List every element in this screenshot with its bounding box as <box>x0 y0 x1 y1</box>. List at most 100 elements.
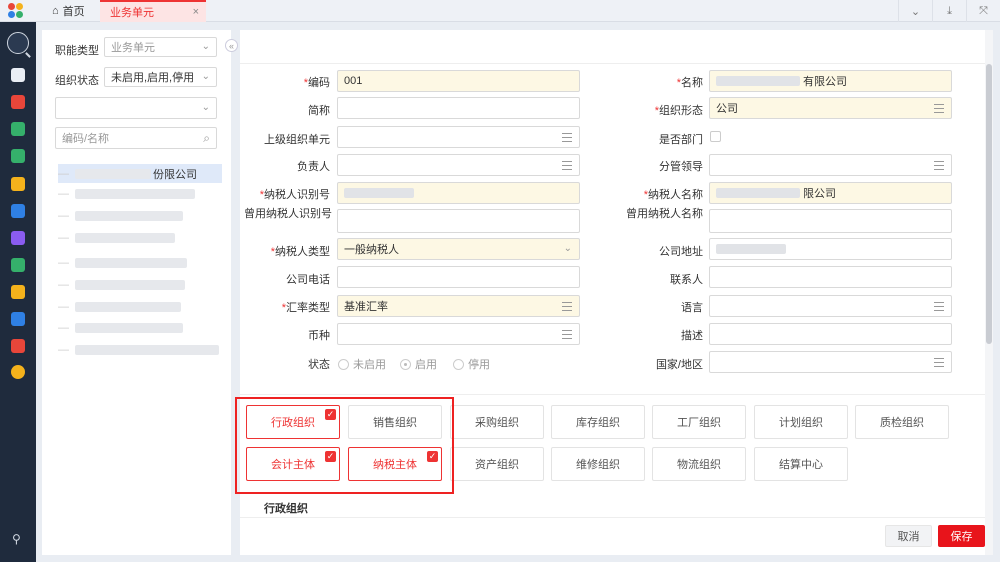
contact-label: 联系人 <box>670 274 703 286</box>
taxpayer-name-label: *纳税人名称 <box>643 189 703 201</box>
org-type-maintenance[interactable]: 维修组织 <box>551 447 645 481</box>
leader-input[interactable] <box>709 154 952 176</box>
tree-item[interactable]: — <box>58 186 222 202</box>
description-input[interactable] <box>709 323 952 345</box>
rate-type-input[interactable]: 基准汇率 <box>337 295 580 317</box>
contact-input[interactable] <box>709 266 952 288</box>
close-icon[interactable]: × <box>193 6 199 18</box>
blocks-icon[interactable] <box>11 204 25 218</box>
collapse-icon[interactable]: « <box>225 39 238 52</box>
name-input[interactable]: 有限公司 <box>709 70 952 92</box>
list-icon[interactable] <box>562 302 572 311</box>
tree-item[interactable]: — <box>58 320 222 336</box>
cancel-button[interactable]: 取消 <box>885 525 932 547</box>
short-name-input[interactable] <box>337 97 580 119</box>
tree-item[interactable]: — <box>58 277 222 293</box>
used-taxpayer-name-input[interactable] <box>709 209 952 233</box>
taxpayer-type-select[interactable]: 一般纳税人 ⌄ <box>337 238 580 260</box>
list-icon[interactable] <box>934 358 944 367</box>
scrollbar-thumb[interactable] <box>986 64 992 344</box>
search-icon[interactable]: ⌕ <box>203 131 210 146</box>
divider <box>240 394 985 395</box>
org-type-logistics[interactable]: 物流组织 <box>652 447 746 481</box>
tab-business-unit[interactable]: 业务单元 × <box>100 0 206 22</box>
tree-item-root[interactable]: — 份限公司 <box>58 164 222 183</box>
modules-icon[interactable] <box>11 177 25 191</box>
region-input[interactable] <box>709 351 952 373</box>
org-type-plan[interactable]: 计划组织 <box>754 405 848 439</box>
shrink-icon[interactable]: ⤧ <box>966 0 1000 22</box>
grid-icon[interactable] <box>11 122 25 136</box>
app-logo-icon <box>8 3 26 19</box>
apps-icon[interactable] <box>11 149 25 163</box>
scope-select[interactable]: ⌄ <box>55 97 217 119</box>
is-dept-checkbox[interactable] <box>710 131 721 142</box>
org-type-qc[interactable]: 质检组织 <box>855 405 949 439</box>
list-icon[interactable] <box>934 104 944 113</box>
chevron-down-icon: ⌄ <box>201 102 210 113</box>
org-type-settlement[interactable]: 结算中心 <box>754 447 848 481</box>
code-input[interactable]: 001 <box>337 70 580 92</box>
chevrons-down-icon[interactable]: ⌄ <box>898 0 932 22</box>
is-dept-label: 是否部门 <box>659 134 703 146</box>
phone-input[interactable] <box>337 266 580 288</box>
rate-type-label: *汇率类型 <box>281 302 330 314</box>
top-tab-bar: ⌂ 首页 业务单元 × ⌄ ⤓ ⤧ <box>0 0 1000 22</box>
tree-item[interactable]: — <box>58 230 222 246</box>
address-input[interactable] <box>709 238 952 260</box>
tab-home[interactable]: ⌂ 首页 <box>44 0 100 22</box>
list-icon[interactable] <box>562 133 572 142</box>
tree-item[interactable]: — <box>58 208 222 224</box>
language-input[interactable] <box>709 295 952 317</box>
org-type-inventory[interactable]: 库存组织 <box>551 405 645 439</box>
list-icon[interactable] <box>934 302 944 311</box>
list-icon[interactable] <box>562 161 572 170</box>
tree-item[interactable]: — <box>58 342 222 358</box>
document-icon[interactable] <box>11 95 25 109</box>
used-taxpayer-id-input[interactable] <box>337 209 580 233</box>
taxpayer-type-label: *纳税人类型 <box>270 246 330 258</box>
folder-icon[interactable] <box>11 68 25 82</box>
org-form-input[interactable]: 公司 <box>709 97 952 119</box>
user-icon[interactable] <box>11 285 25 299</box>
list-icon[interactable] <box>562 330 572 339</box>
tree-item[interactable]: — <box>58 299 222 315</box>
form-toolbar <box>240 30 985 64</box>
list-icon[interactable] <box>934 161 944 170</box>
function-type-label: 职能类型 <box>55 45 99 57</box>
shapes-icon[interactable] <box>11 339 25 353</box>
search-icon[interactable] <box>7 32 29 54</box>
region-label: 国家/地区 <box>655 359 703 371</box>
language-label: 语言 <box>681 302 703 314</box>
scrollbar[interactable] <box>985 30 993 555</box>
currency-input[interactable] <box>337 323 580 345</box>
org-type-asset[interactable]: 资产组织 <box>450 447 544 481</box>
book-icon[interactable] <box>11 312 25 326</box>
status-radio-inactive[interactable]: 未启用 <box>338 356 386 372</box>
badge-icon[interactable] <box>11 365 25 379</box>
org-form-label: *组织形态 <box>654 105 703 117</box>
org-status-label: 组织状态 <box>55 75 99 87</box>
pin-icon[interactable]: ⚲ <box>12 532 21 546</box>
owner-input[interactable] <box>337 154 580 176</box>
address-label: 公司地址 <box>659 246 703 258</box>
tree-search-input[interactable]: 编码/名称 ⌕ <box>55 127 217 149</box>
status-radio-disabled[interactable]: 停用 <box>453 356 490 372</box>
org-type-factory[interactable]: 工厂组织 <box>652 405 746 439</box>
org-type-purchase[interactable]: 采购组织 <box>450 405 544 439</box>
tree-item[interactable]: — <box>58 255 222 271</box>
used-taxpayer-name-label: 曾用纳税人名称 <box>626 208 703 220</box>
file-icon[interactable] <box>11 231 25 245</box>
taxpayer-name-input[interactable]: 限公司 <box>709 182 952 204</box>
status-radio-active[interactable]: 启用 <box>400 356 437 372</box>
taxpayer-id-input[interactable] <box>337 182 580 204</box>
parent-org-input[interactable] <box>337 126 580 148</box>
monitor-icon[interactable] <box>11 258 25 272</box>
phone-label: 公司电话 <box>286 274 330 286</box>
function-type-select[interactable]: 业务单元 ⌄ <box>104 37 217 57</box>
owner-label: 负责人 <box>297 161 330 173</box>
chevron-down-icon: ⌄ <box>201 71 210 82</box>
org-status-select[interactable]: 未启用,启用,停用 ⌄ <box>104 67 217 87</box>
download-icon[interactable]: ⤓ <box>932 0 966 22</box>
save-button[interactable]: 保存 <box>938 525 985 547</box>
